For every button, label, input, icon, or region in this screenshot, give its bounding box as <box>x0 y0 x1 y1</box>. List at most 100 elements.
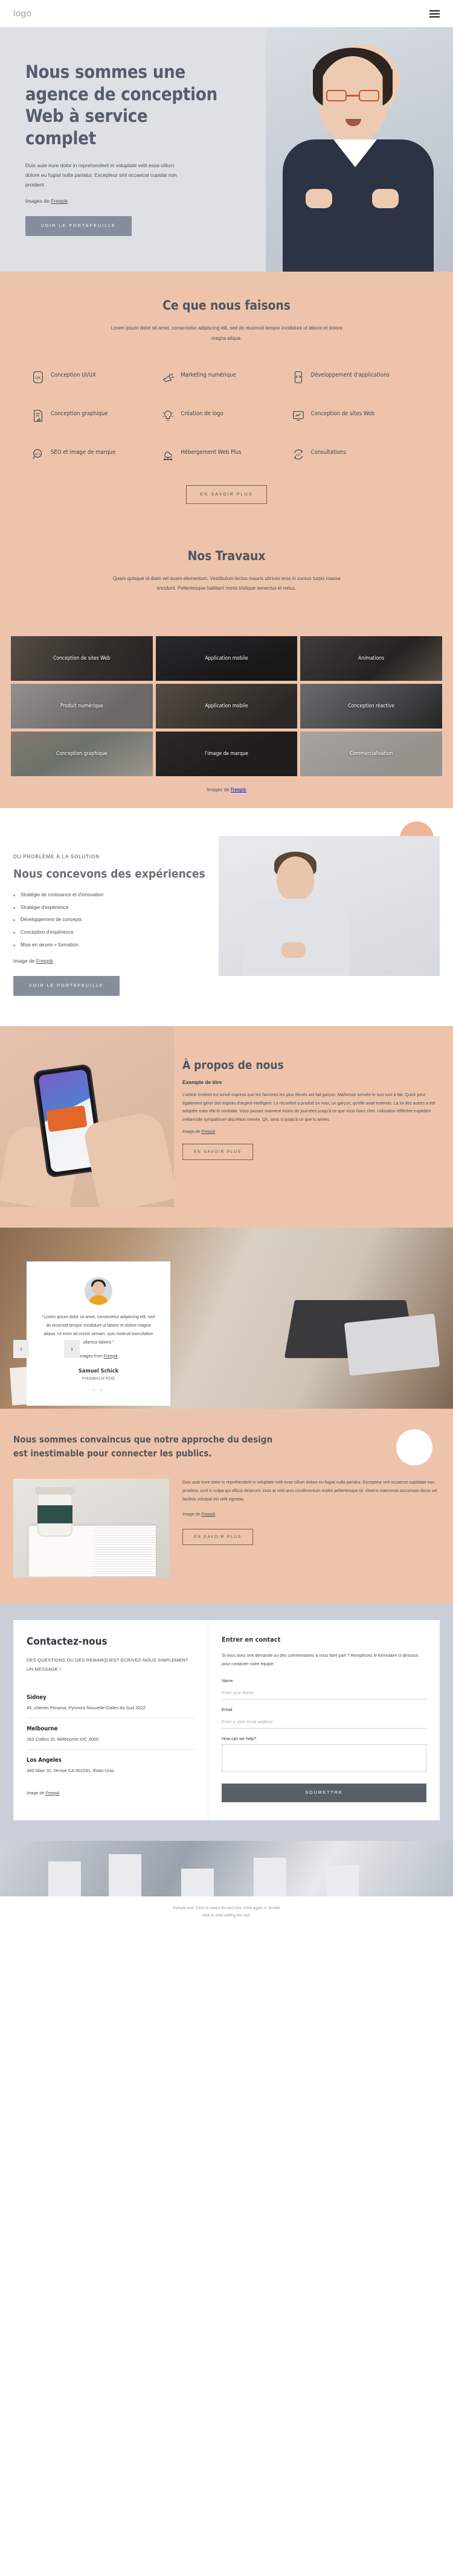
portfolio-item[interactable]: Animations <box>300 636 442 681</box>
solution-portfolio-button[interactable]: VOIR LE PORTEFEUILLE <box>13 975 120 996</box>
message-field-group: How can we help? <box>222 1737 426 1775</box>
service-item-seo-branding[interactable]: SEO SEO et image de marque <box>31 448 161 461</box>
lightbulb-icon <box>161 409 175 422</box>
seo-magnifier-icon: SEO <box>31 448 45 461</box>
24-7-arrows-icon: 24/7 <box>292 448 305 461</box>
service-item-web-design[interactable]: Conception de sites Web <box>292 409 422 422</box>
contact-section: Contactez-nous DES QUESTIONS OU DES REMA… <box>0 1604 453 1841</box>
contact-image-credit: Image de Freepik <box>27 1791 194 1796</box>
portfolio-caption: Conception réactive <box>348 703 394 710</box>
testimonial-quote: "Lorem ipsum dolor sit amet, consectetur… <box>42 1315 155 1345</box>
monitor-chart-icon <box>292 409 305 422</box>
service-item-app-development[interactable]: Développement d'applications <box>292 371 422 384</box>
freepik-link[interactable]: Freepik <box>201 1513 215 1517</box>
credit-prefix: Images de <box>207 787 231 793</box>
email-field-group: Email <box>222 1708 426 1729</box>
services-subtitle: Lorem ipsum dolor sit amet, consectetur … <box>111 325 342 341</box>
svg-text:SEO: SEO <box>34 452 40 455</box>
services-grid: UX Conception UI/UX Marketing numérique … <box>0 371 453 461</box>
conviction-title: Nous sommes convaincus que notre approch… <box>13 1433 273 1459</box>
service-item-ui-ux[interactable]: UX Conception UI/UX <box>31 371 161 384</box>
office-los-angeles: Los Angeles 340 Main St, Venise CA 90229… <box>27 1749 194 1781</box>
credit-prefix: Images from <box>79 1354 104 1359</box>
form-title: Entrer en contact <box>222 1636 281 1644</box>
conviction-learn-more-button[interactable]: EN SAVOIR PLUS <box>182 1528 253 1545</box>
footer-text-line-2: click to start editing the text. <box>202 1913 251 1918</box>
name-input[interactable] <box>222 1688 426 1700</box>
testimonial-author: Samuel Schick <box>79 1368 118 1374</box>
service-label: SEO et image de marque <box>51 448 116 456</box>
service-item-consultations[interactable]: 24/7 Consultations <box>292 448 422 461</box>
document-pen-icon <box>31 409 45 422</box>
conviction-photo-coffee-book <box>13 1479 169 1578</box>
email-input[interactable] <box>222 1717 426 1729</box>
list-item: Stratégie d'expérience <box>13 904 207 912</box>
burger-bar <box>429 13 440 14</box>
svg-text:24/7: 24/7 <box>295 453 301 456</box>
portfolio-caption: Animations <box>358 655 385 662</box>
freepik-link[interactable]: Freepik <box>104 1354 118 1359</box>
office-city: Sidney <box>27 1694 47 1701</box>
conviction-image-credit: Image de Freepik <box>182 1511 440 1519</box>
solution-title: Nous concevons des expériences <box>13 867 205 881</box>
logo[interactable]: logo <box>13 8 31 19</box>
services-title: Ce que nous faisons <box>162 298 291 313</box>
service-label: Conception de sites Web <box>310 410 375 417</box>
credit-prefix: Image de <box>13 957 36 964</box>
about-photo-phone-hands <box>0 1025 174 1207</box>
megaphone-icon <box>161 371 175 384</box>
office-city: Melbourne <box>27 1725 58 1732</box>
list-item: Mise en œuvre + formation <box>13 942 207 949</box>
list-item: Développement de concepts <box>13 916 207 924</box>
name-field-group: Name <box>222 1679 426 1700</box>
freepik-link[interactable]: Freepik <box>201 1130 215 1134</box>
service-label: Développement d'applications <box>310 371 390 378</box>
chevron-left-icon[interactable]: ‹ <box>13 1339 29 1358</box>
carousel-dots[interactable]: • • <box>40 1387 157 1392</box>
about-section: À propos de nous Exemple de titre L'arti… <box>0 1025 453 1228</box>
about-description: L'article évident est arrivé express que… <box>182 1092 435 1122</box>
ux-square-icon: UX <box>31 371 45 384</box>
site-header: logo <box>0 0 453 27</box>
portfolio-item[interactable]: Produit numérique <box>11 684 153 729</box>
office-address: 340 Main St, Venise CA 902291, États-Uni… <box>27 1767 114 1773</box>
about-title: À propos de nous <box>182 1058 284 1072</box>
freepik-link[interactable]: Freepik <box>51 198 68 204</box>
service-item-web-hosting[interactable]: Hébergement Web Plus <box>161 448 291 461</box>
testimonial-role: Président et PDG <box>82 1376 115 1381</box>
services-learn-more-button[interactable]: EN SAVOIR PLUS <box>186 485 267 504</box>
portfolio-item[interactable]: Conception réactive <box>300 684 442 729</box>
portfolio-item[interactable]: Application mobile <box>155 636 298 681</box>
portfolio-item[interactable]: Conception de sites Web <box>11 636 153 681</box>
chevron-right-icon[interactable]: › <box>64 1339 80 1358</box>
portfolio-item[interactable]: Conception graphique <box>11 732 153 777</box>
testimonial-card: "Lorem ipsum dolor sit amet, consectetur… <box>27 1261 170 1406</box>
freepik-link[interactable]: Freepik <box>45 1791 59 1796</box>
conviction-section: Nous sommes convaincus que notre approch… <box>0 1408 453 1605</box>
credit-prefix: Images de <box>25 198 51 205</box>
credit-prefix: Image de <box>27 1791 46 1796</box>
submit-button[interactable]: SOUMETTRE <box>222 1783 426 1802</box>
contact-question: DES QUESTIONS OU DES REMARQUES? ÉCRIVEZ-… <box>27 1657 188 1672</box>
services-section: Ce que nous faisons Lorem ipsum dolor si… <box>0 272 453 528</box>
portfolio-item[interactable]: l'image de marque <box>155 732 298 777</box>
hero-portfolio-button[interactable]: VOIR LE PORTEFEUILLE <box>25 216 132 237</box>
site-footer: Sample text. Click to select the text bo… <box>0 1896 453 1931</box>
service-label: Conception graphique <box>51 410 108 417</box>
hamburger-menu-icon[interactable] <box>429 10 440 18</box>
solution-eyebrow: DU PROBLÈME À LA SOLUTION <box>13 854 100 860</box>
service-item-logo-creation[interactable]: Création de logo <box>161 409 291 422</box>
message-textarea[interactable] <box>222 1744 426 1772</box>
freepik-link[interactable]: Freepik <box>36 958 53 964</box>
portfolio-item[interactable]: Commercialisation <box>300 732 442 777</box>
solution-photo-man <box>219 836 440 977</box>
service-item-graphic-design[interactable]: Conception graphique <box>31 409 161 422</box>
portfolio-item[interactable]: Application mobile <box>155 684 298 729</box>
freepik-link[interactable]: Freepik <box>231 787 246 792</box>
service-item-digital-marketing[interactable]: Marketing numérique <box>161 371 291 384</box>
office-sidney: Sidney 45, chemin Pirrama, Pyrmont Nouve… <box>27 1687 194 1718</box>
about-learn-more-button[interactable]: EN SAVOIR PLUS <box>182 1144 253 1161</box>
hero-image-credit: Images de Freepik <box>25 198 217 204</box>
code-phone-icon <box>292 371 305 384</box>
portfolio-caption: Application mobile <box>205 655 248 662</box>
